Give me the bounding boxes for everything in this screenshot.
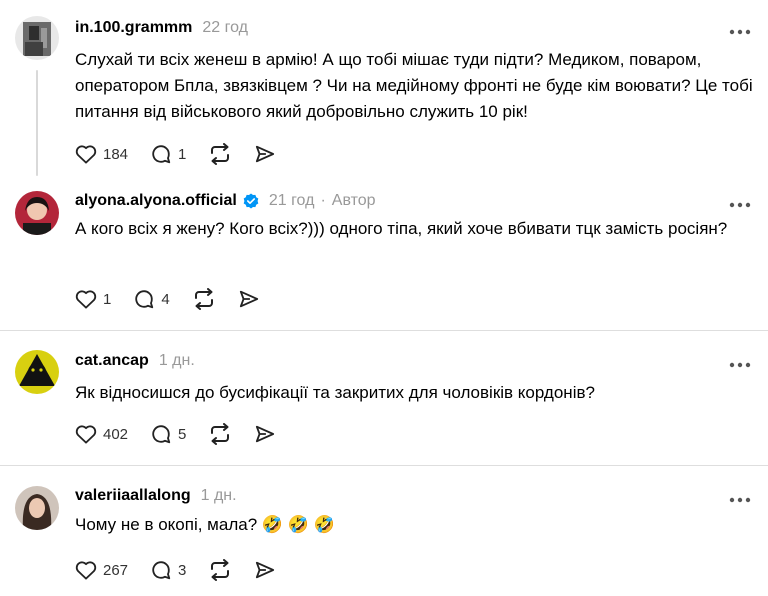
- like-count: 267: [103, 561, 129, 579]
- avatar-image: [15, 16, 59, 60]
- repost-button[interactable]: [208, 143, 232, 165]
- share-button[interactable]: [238, 289, 260, 309]
- heart-icon: [75, 561, 97, 580]
- timestamp[interactable]: 22 год: [202, 19, 248, 37]
- like-button[interactable]: 1: [75, 289, 111, 309]
- username[interactable]: in.100.grammm: [75, 19, 192, 37]
- avatar-image: [15, 350, 59, 394]
- like-count: 1: [103, 290, 112, 308]
- repost-button[interactable]: [208, 423, 232, 445]
- comment-icon: [135, 290, 154, 309]
- comment-icon: [152, 425, 171, 444]
- repost-icon: [211, 559, 230, 581]
- action-bar: 184 1: [75, 139, 298, 169]
- separator: ·: [320, 192, 326, 209]
- send-icon: [256, 425, 275, 443]
- more-options-icon[interactable]: [728, 22, 752, 38]
- like-count: 402: [103, 425, 129, 443]
- share-button[interactable]: [254, 560, 276, 580]
- comment-text: Як відносишся до бусифікації та закритих…: [75, 383, 595, 402]
- repost-button[interactable]: [208, 559, 232, 581]
- heart-icon: [75, 425, 97, 444]
- send-icon: [239, 290, 258, 308]
- comment-header: alyona.alyona.official 21 год · Автор: [75, 189, 376, 213]
- like-button[interactable]: 402: [75, 424, 128, 444]
- divider: [0, 465, 768, 466]
- reply-button[interactable]: 3: [150, 559, 186, 581]
- more-options-icon[interactable]: [728, 195, 752, 211]
- like-count: 184: [103, 145, 129, 163]
- send-icon: [256, 561, 275, 579]
- username[interactable]: cat.ancap: [75, 352, 149, 370]
- heart-icon: [75, 290, 97, 309]
- like-button[interactable]: 267: [75, 560, 128, 580]
- reply-count: 3: [178, 561, 187, 579]
- repost-icon: [211, 423, 230, 445]
- action-bar: 402 5: [75, 419, 298, 449]
- reply-button[interactable]: 5: [150, 423, 186, 445]
- comment-icon: [152, 561, 171, 580]
- avatar-image: [15, 486, 59, 530]
- action-bar: 1 4: [75, 284, 282, 314]
- send-icon: [256, 145, 275, 163]
- comment-header: valeriiaallalong 1 дн.: [75, 484, 237, 508]
- avatar[interactable]: [15, 191, 59, 235]
- divider: [0, 330, 768, 331]
- heart-icon: [75, 145, 97, 164]
- comment-icon: [152, 145, 171, 164]
- reply-count: 5: [178, 425, 187, 443]
- more-options-icon[interactable]: [728, 355, 752, 371]
- comment-text: Чому не в окопі, мала? 🤣 🤣 🤣: [75, 515, 335, 534]
- repost-button[interactable]: [192, 288, 216, 310]
- reply-button[interactable]: 1: [150, 143, 186, 165]
- reply-count: 1: [178, 145, 187, 163]
- avatar[interactable]: [15, 486, 59, 530]
- timestamp[interactable]: 1 дн.: [201, 487, 237, 505]
- repost-icon: [211, 143, 230, 165]
- action-bar: 267 3: [75, 555, 298, 585]
- timestamp[interactable]: 21 год: [269, 192, 315, 210]
- timestamp[interactable]: 1 дн.: [159, 352, 195, 370]
- like-button[interactable]: 184: [75, 144, 128, 164]
- share-button[interactable]: [254, 424, 276, 444]
- more-options-icon[interactable]: [728, 490, 752, 506]
- author-label: Автор: [331, 192, 376, 209]
- reply-count: 4: [161, 290, 170, 308]
- share-button[interactable]: [254, 144, 276, 164]
- thread-line: [36, 70, 38, 176]
- comment-text: Слухай ти всіх женеш в армію! А що тобі …: [75, 50, 753, 121]
- avatar[interactable]: [15, 16, 59, 60]
- username[interactable]: valeriiaallalong: [75, 487, 191, 505]
- username[interactable]: alyona.alyona.official: [75, 192, 237, 210]
- repost-icon: [194, 288, 213, 310]
- avatar-image: [15, 191, 59, 235]
- verified-badge-icon: [243, 193, 259, 209]
- reply-button[interactable]: 4: [133, 288, 170, 310]
- comment-text: А кого всіх я жену? Кого всіх?))) одного…: [75, 219, 728, 238]
- comment-header: cat.ancap 1 дн.: [75, 349, 195, 373]
- comment-header: in.100.grammm 22 год: [75, 16, 248, 40]
- avatar[interactable]: [15, 350, 59, 394]
